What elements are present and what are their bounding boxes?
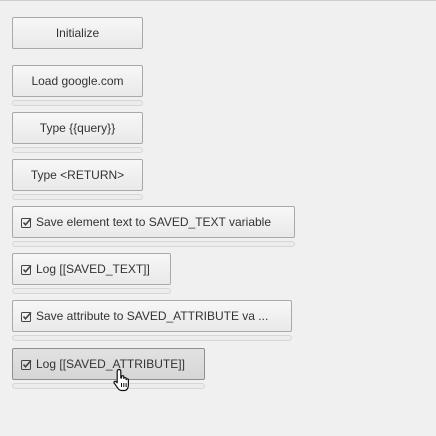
step-save-element-text: Save element text to SAVED_TEXT variable [12,206,295,247]
step-type-return: Type <RETURN> [12,159,143,200]
log-saved-text-button[interactable]: Log [[SAVED_TEXT]] [12,253,171,285]
step-progress-bar [12,194,143,200]
step-log-saved-attribute: Log [[SAVED_ATTRIBUTE]] [12,348,205,389]
log-saved-attribute-button[interactable]: Log [[SAVED_ATTRIBUTE]] [12,348,205,380]
step-label: Log [[SAVED_TEXT]] [36,262,150,276]
step-save-attribute: Save attribute to SAVED_ATTRIBUTE va ... [12,300,292,341]
step-progress-bar [12,100,143,106]
checked-checkbox-icon [21,217,32,228]
type-query-button[interactable]: Type {{query}} [12,112,143,144]
step-load-google: Load google.com [12,65,143,106]
hand-pointer-icon [113,368,129,392]
initialize-button[interactable]: Initialize [12,17,143,49]
step-label: Log [[SAVED_ATTRIBUTE]] [36,357,185,371]
checked-checkbox-icon [21,359,32,370]
top-divider [0,0,436,1]
step-progress-bar [12,241,295,247]
step-label: Type <RETURN> [30,168,125,182]
step-label: Save element text to SAVED_TEXT variable [36,215,272,229]
checked-checkbox-icon [21,311,32,322]
step-progress-bar [12,147,143,153]
step-log-saved-text: Log [[SAVED_TEXT]] [12,253,171,294]
step-progress-bar [12,383,205,389]
step-initialize: Initialize [12,17,143,49]
step-label: Save attribute to SAVED_ATTRIBUTE va ... [36,309,269,323]
step-progress-bar [12,335,292,341]
load-google-button[interactable]: Load google.com [12,65,143,97]
step-progress-bar [12,288,171,294]
step-type-query: Type {{query}} [12,112,143,153]
step-label: Initialize [55,26,100,40]
step-label: Type {{query}} [39,121,116,135]
save-attribute-button[interactable]: Save attribute to SAVED_ATTRIBUTE va ... [12,300,292,332]
step-label: Load google.com [31,74,124,88]
checked-checkbox-icon [21,264,32,275]
save-element-text-button[interactable]: Save element text to SAVED_TEXT variable [12,206,295,238]
type-return-button[interactable]: Type <RETURN> [12,159,143,191]
